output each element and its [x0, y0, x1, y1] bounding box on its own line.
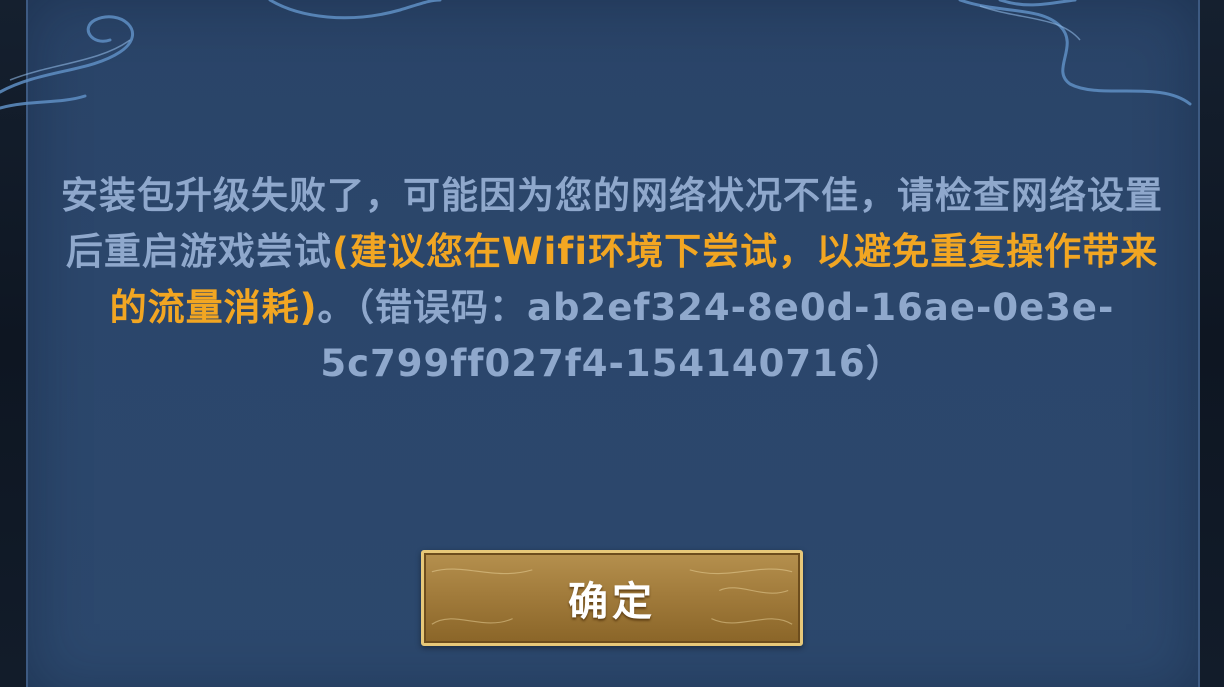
- error-message: 安装包升级失败了，可能因为您的网络状况不佳，请检查网络设置后重启游戏尝试(建议您…: [60, 168, 1164, 392]
- message-error-suffix: ）: [865, 342, 904, 385]
- background-right: [1196, 0, 1224, 687]
- game-screen: 安装包升级失败了，可能因为您的网络状况不佳，请检查网络设置后重启游戏尝试(建议您…: [0, 0, 1224, 687]
- message-error-prefix: 。（错误码：: [317, 286, 528, 329]
- confirm-button[interactable]: 确定: [421, 550, 803, 646]
- background-left: [0, 0, 28, 687]
- confirm-button-label: 确定: [568, 579, 656, 625]
